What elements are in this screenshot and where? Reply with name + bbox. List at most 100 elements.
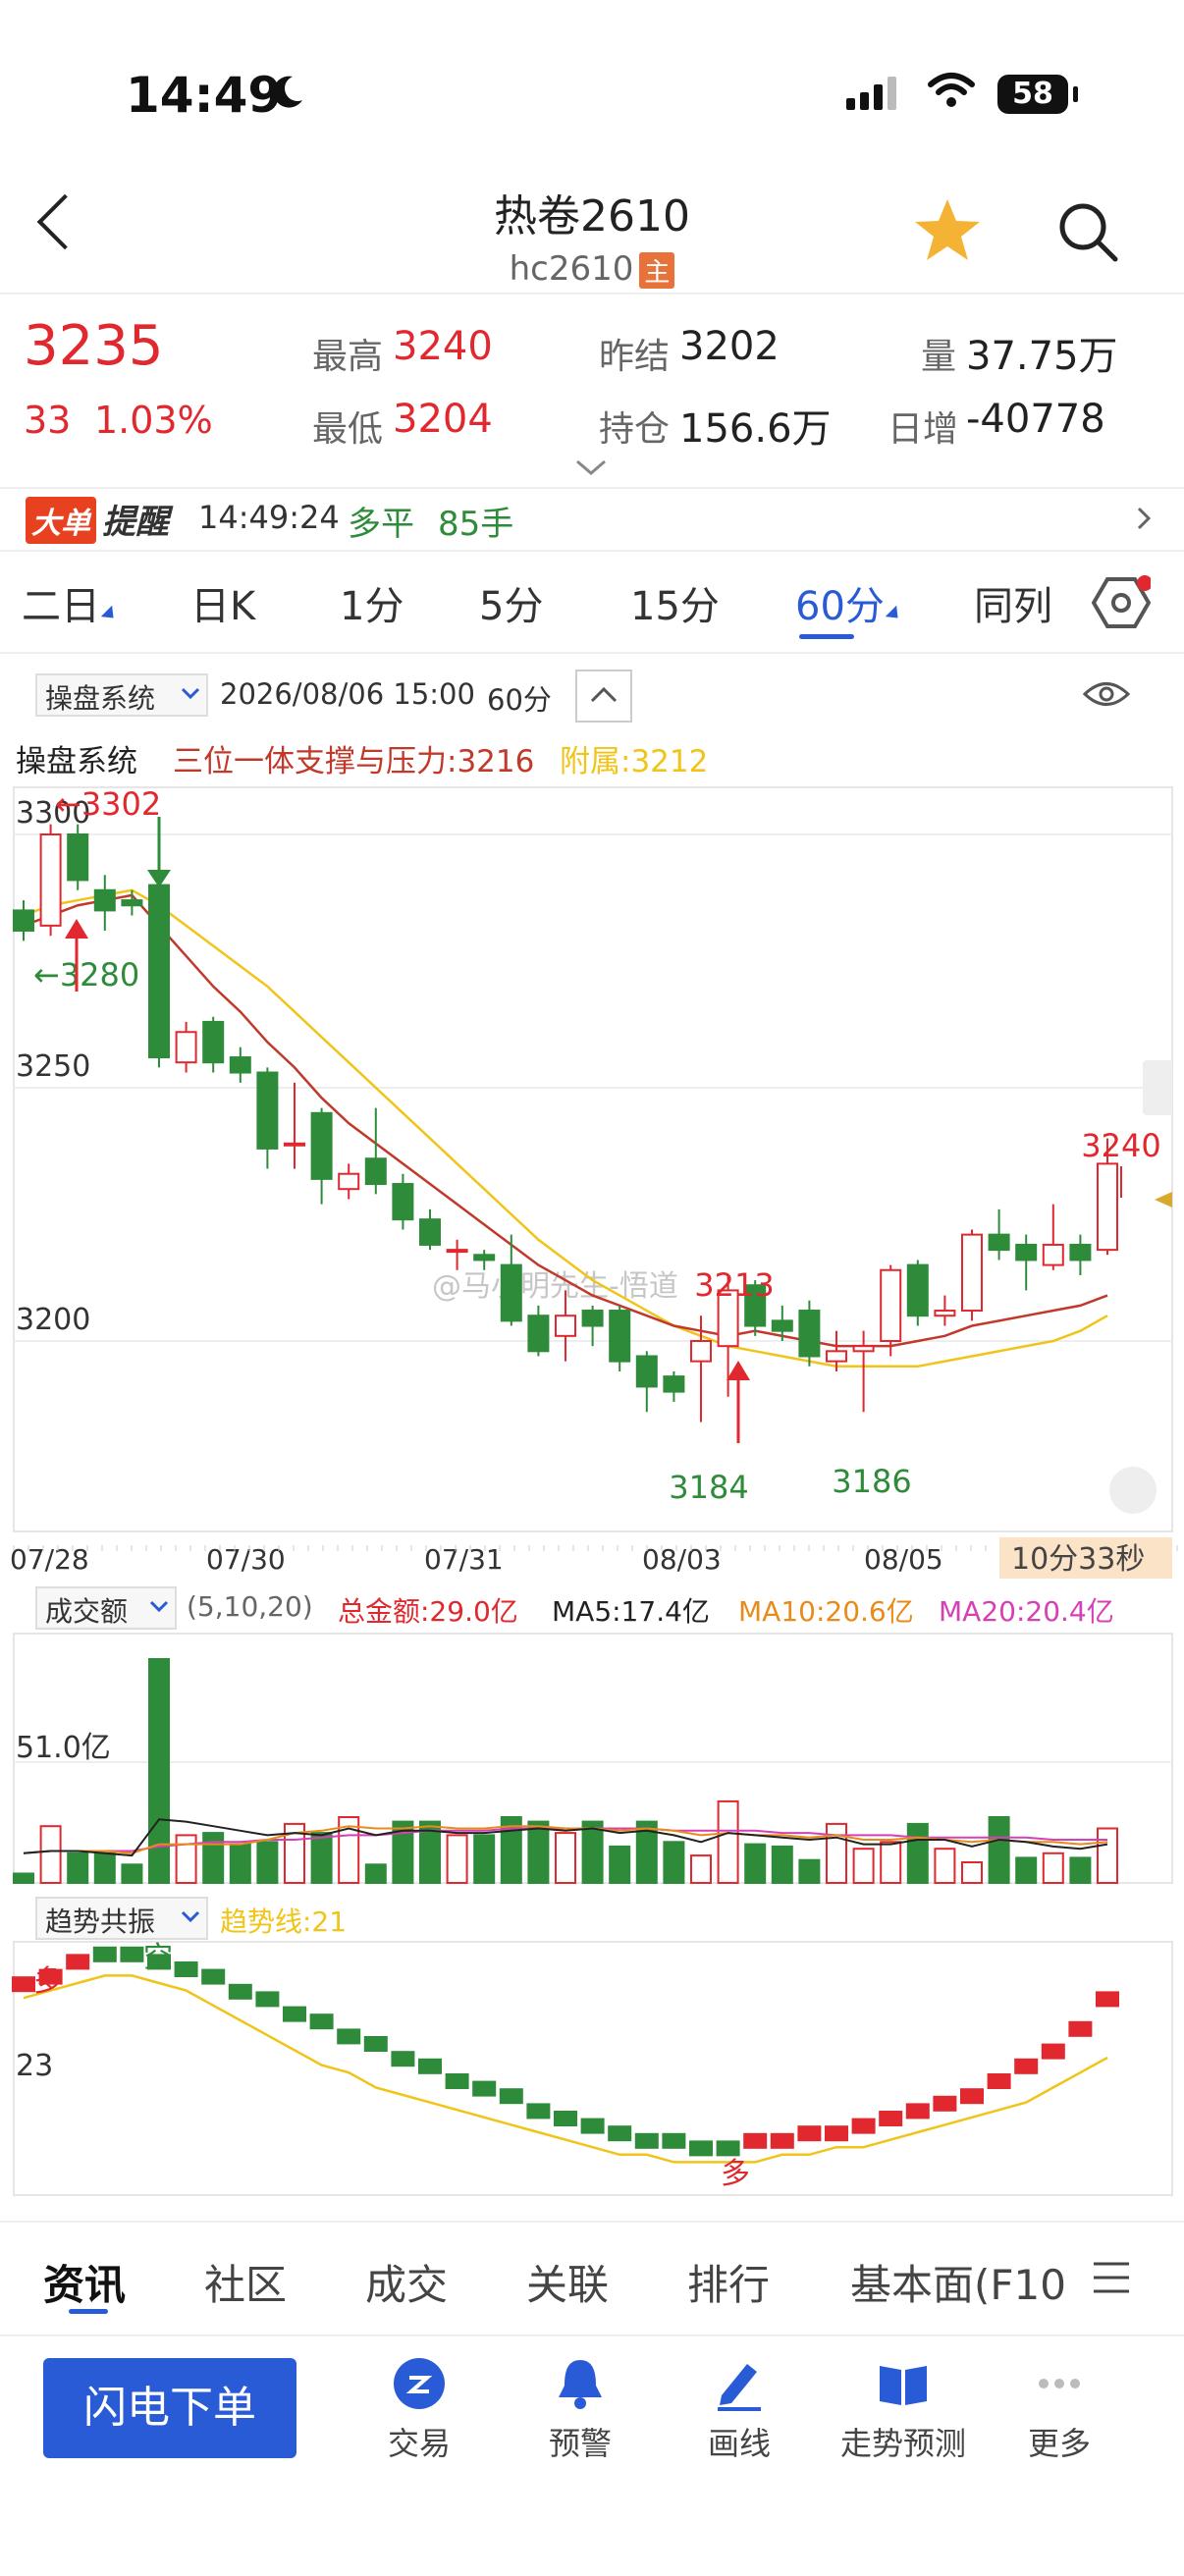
alert-action: 多平 bbox=[348, 505, 414, 544]
chart-datetime: 2026/08/06 15:00 bbox=[220, 677, 475, 711]
menu-icon[interactable] bbox=[1092, 2260, 1131, 2295]
volume-ma20: MA20:20.4亿 bbox=[939, 1595, 1114, 1628]
candle-body bbox=[446, 1249, 468, 1254]
big-order-alert-bar[interactable] bbox=[0, 487, 1184, 552]
y-tick-label: 3200 bbox=[16, 1303, 90, 1337]
search-icon[interactable] bbox=[1056, 200, 1119, 263]
tab-ranking[interactable]: 排行 bbox=[687, 2252, 770, 2312]
chevron-up-icon bbox=[590, 686, 618, 703]
tab-two-day[interactable]: 二日 bbox=[22, 574, 120, 631]
tab-news[interactable]: 资讯 bbox=[43, 2252, 126, 2312]
trend-selector[interactable]: 趋势共振 bbox=[35, 1897, 208, 1940]
trend-block bbox=[255, 1991, 280, 2008]
alert-button[interactable]: 预警 bbox=[507, 2356, 654, 2464]
tab-fundamentals[interactable]: 基本面(F10 bbox=[850, 2252, 1066, 2312]
candle-body bbox=[67, 833, 89, 882]
expand-chevron-icon[interactable] bbox=[573, 457, 609, 477]
low-label: 最低 bbox=[312, 409, 384, 450]
indicator-support-label: 三位一体支撑与压力:3216 bbox=[173, 744, 535, 779]
x-tick-label: 08/05 bbox=[864, 1543, 943, 1576]
eye-icon[interactable] bbox=[1082, 677, 1131, 711]
trend-block bbox=[825, 2125, 848, 2142]
volume-bar bbox=[690, 1854, 712, 1885]
tab-compare[interactable]: 同列 bbox=[974, 574, 1052, 631]
candle-body bbox=[527, 1315, 550, 1353]
volume-bar bbox=[961, 1861, 983, 1884]
settings-hexagon-icon[interactable] bbox=[1092, 575, 1151, 630]
candle-body bbox=[852, 1345, 875, 1353]
open-interest-label: 持仓 bbox=[599, 409, 671, 450]
tab-dropdown-icon bbox=[885, 605, 904, 624]
y-tick-label: 3250 bbox=[16, 1049, 90, 1084]
trade-button[interactable]: 交易 bbox=[346, 2356, 493, 2464]
candle-body bbox=[338, 1172, 360, 1191]
volume-bar bbox=[744, 1843, 767, 1885]
volume-bar bbox=[609, 1845, 631, 1884]
candle-body bbox=[934, 1310, 956, 1317]
flash-order-button[interactable]: 闪电下单 bbox=[43, 2358, 296, 2458]
y-tick-label: 51.0亿 bbox=[16, 1731, 111, 1765]
trend-forecast-button[interactable]: 走势预测 bbox=[825, 2356, 982, 2464]
tab-trades[interactable]: 成交 bbox=[365, 2252, 448, 2312]
volume-chart[interactable]: 51.0亿 bbox=[0, 1630, 1184, 1895]
tab-60min[interactable]: 60分 bbox=[795, 574, 904, 631]
high-value: 3240 bbox=[393, 324, 493, 369]
candle-body bbox=[826, 1350, 847, 1363]
tab-1min[interactable]: 1分 bbox=[340, 574, 404, 631]
trend-block bbox=[309, 2013, 334, 2030]
tab-community[interactable]: 社区 bbox=[204, 2252, 287, 2312]
volume-bar bbox=[202, 1832, 225, 1885]
annotation-low: 3184 bbox=[669, 1469, 748, 1506]
volume-value: 37.75万 bbox=[966, 334, 1118, 379]
contract-title: 热卷2610 bbox=[494, 191, 690, 242]
trend-block bbox=[1068, 2020, 1093, 2037]
favorite-star-icon[interactable] bbox=[913, 196, 982, 265]
contract-code-text: hc2610 bbox=[509, 249, 634, 289]
volume-selector[interactable]: 成交额 bbox=[35, 1586, 177, 1630]
more-button[interactable]: 更多 bbox=[986, 2356, 1133, 2464]
candle-body bbox=[175, 1031, 197, 1064]
volume-bar bbox=[256, 1841, 279, 1885]
trend-block bbox=[716, 2140, 740, 2157]
chevron-down-icon bbox=[181, 687, 200, 700]
tab-5min[interactable]: 5分 bbox=[479, 574, 543, 631]
system-selector[interactable]: 操盘系统 bbox=[35, 673, 208, 717]
alert-qty: 85手 bbox=[438, 505, 514, 544]
trend-forecast-label: 走势预测 bbox=[839, 2425, 966, 2462]
trend-block bbox=[743, 2132, 768, 2149]
last-price: 3235 bbox=[24, 314, 164, 378]
tab-daily-k[interactable]: 日K bbox=[190, 574, 255, 631]
active-tab-underline bbox=[799, 634, 854, 639]
volume-bar bbox=[663, 1841, 685, 1885]
volume-selector-label: 成交额 bbox=[45, 1595, 129, 1628]
volume-label: 量 bbox=[921, 337, 957, 377]
candlestick-chart[interactable]: 330032503200@马小明先生-悟道07/28 07/30 07/31 08/0… bbox=[0, 776, 1184, 1583]
signal-arrowhead bbox=[65, 919, 88, 939]
trend-line-label: 趋势线:21 bbox=[220, 1905, 348, 1938]
candle-body bbox=[988, 1233, 1010, 1252]
annotation-high: 3213 bbox=[694, 1266, 774, 1304]
indicator-aux-label: 附属:3212 bbox=[560, 744, 709, 779]
candle-body bbox=[473, 1254, 496, 1261]
x-tick-label: 07/30 bbox=[206, 1543, 286, 1576]
candle-body bbox=[13, 909, 34, 933]
volume-bar bbox=[555, 1832, 576, 1885]
chevron-right-icon[interactable] bbox=[1135, 505, 1155, 532]
volume-bar bbox=[717, 1799, 739, 1884]
volume-bar bbox=[771, 1845, 793, 1884]
chart-period: 60分 bbox=[487, 683, 552, 717]
tab-related[interactable]: 关联 bbox=[526, 2252, 609, 2312]
draw-line-button[interactable]: 画线 bbox=[666, 2356, 813, 2464]
collapse-button[interactable] bbox=[575, 670, 632, 723]
trend-resonance-chart[interactable]: 23 多 空多 bbox=[0, 1938, 1184, 2199]
tab-15min[interactable]: 15分 bbox=[630, 574, 720, 631]
alert-time: 14:49:24 bbox=[198, 499, 340, 536]
annotation-high: 3240 bbox=[1081, 1127, 1160, 1164]
candle-body bbox=[961, 1233, 983, 1313]
footer-divider bbox=[0, 2221, 1184, 2223]
candle-body bbox=[663, 1375, 685, 1393]
trend-line bbox=[23, 1974, 1108, 2164]
candle-body bbox=[392, 1183, 414, 1221]
tab-60min-label: 60分 bbox=[795, 584, 885, 629]
volume-bar bbox=[798, 1858, 821, 1884]
